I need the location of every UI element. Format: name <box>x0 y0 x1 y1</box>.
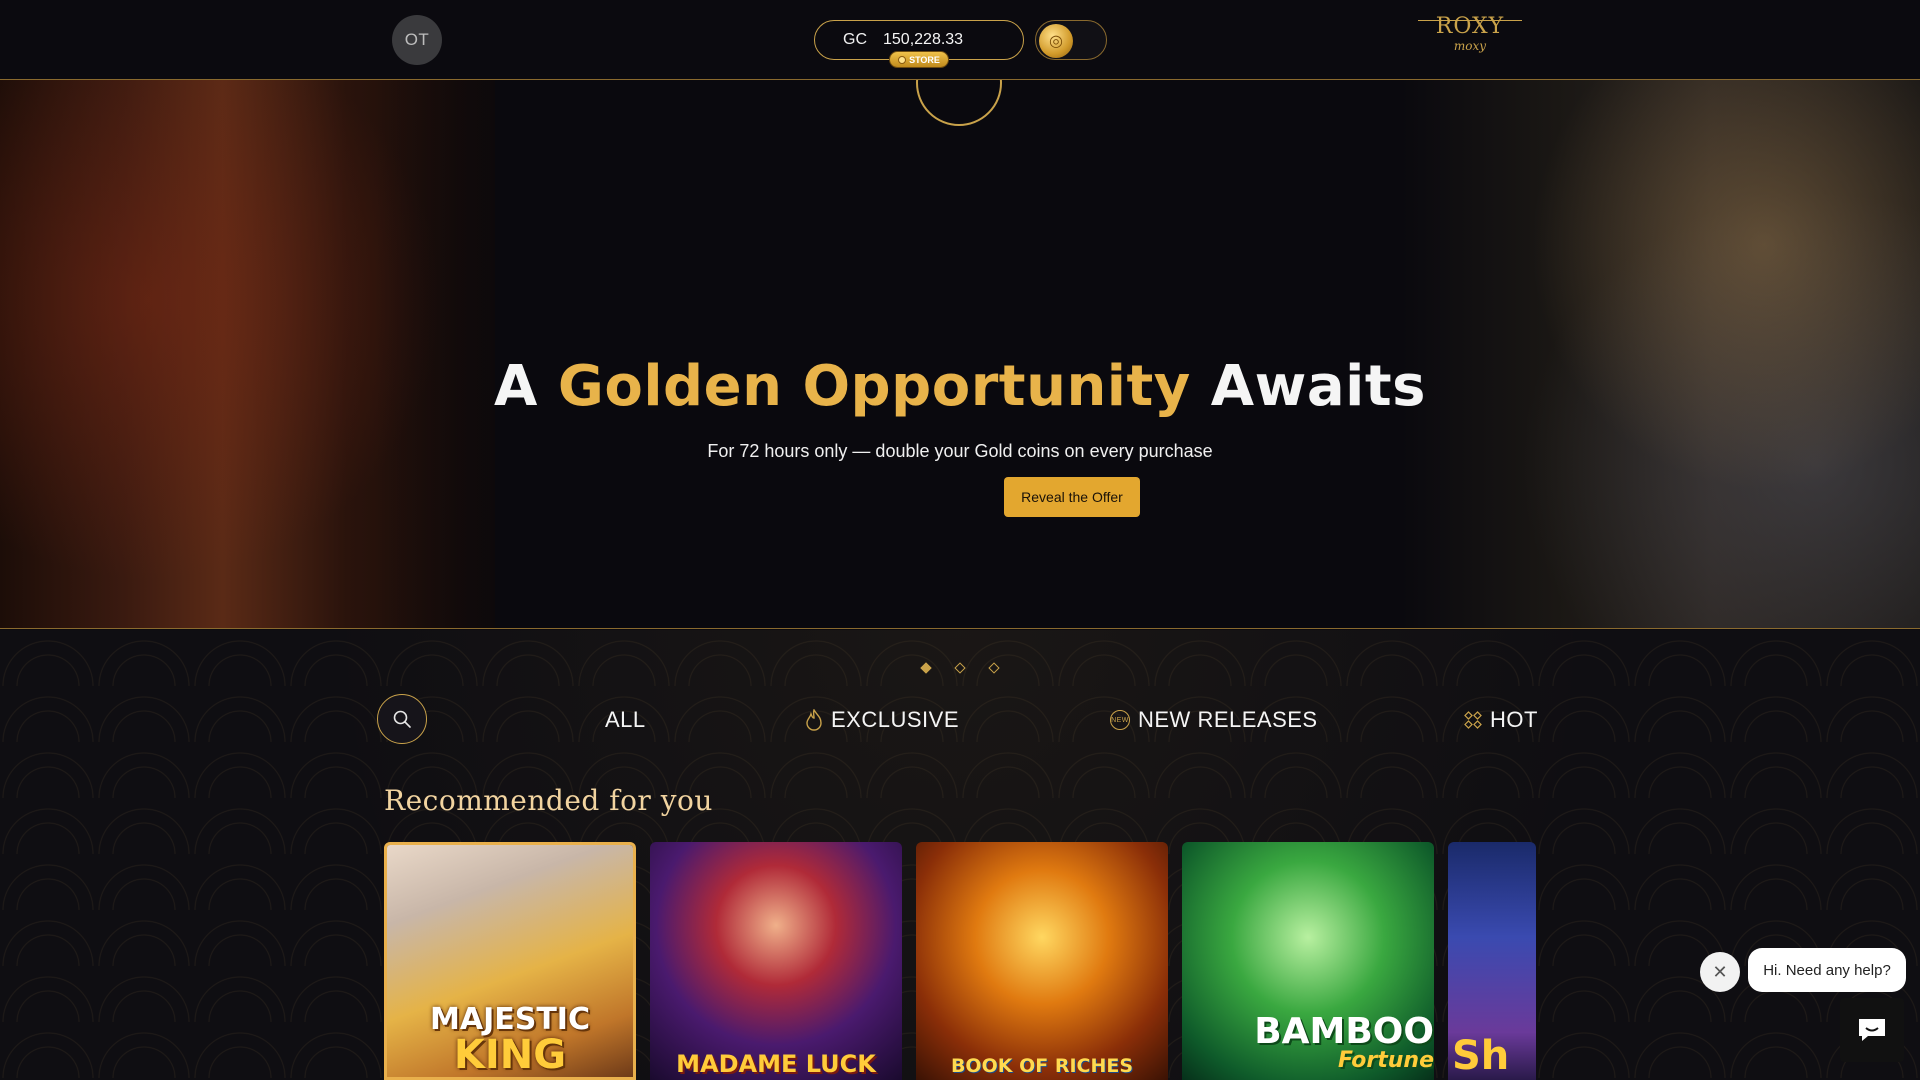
flame-icon <box>805 709 823 731</box>
close-icon: ✕ <box>1712 961 1728 982</box>
currency-code: GC <box>843 31 867 48</box>
reveal-offer-button[interactable]: Reveal the Offer <box>1004 477 1140 517</box>
chat-launcher-button[interactable] <box>1840 998 1904 1062</box>
hero-banner: A Golden Opportunity Awaits For 72 hours… <box>0 80 1920 629</box>
game-title: MADAME LUCK <box>676 1050 876 1078</box>
user-avatar[interactable]: OT <box>392 15 442 65</box>
tab-new-releases[interactable]: NEW NEW RELEASES <box>1110 704 1318 736</box>
search-button[interactable] <box>377 694 427 744</box>
game-title-line1: BAMBOO <box>1254 1011 1434 1052</box>
chat-greeting-bubble[interactable]: Hi. Need any help? <box>1748 948 1906 992</box>
top-header: OT GC 150,228.33 STORE ◎ ROXY moxy <box>0 0 1920 80</box>
carousel-indicators <box>920 662 1000 674</box>
fan-ornament-icon <box>916 80 1002 126</box>
currency-toggle[interactable]: ◎ <box>1035 20 1107 60</box>
game-title: BAMBOO Fortune <box>1182 1010 1434 1080</box>
tab-hot[interactable]: HOT <box>1464 704 1538 736</box>
hero-title-highlight: Golden Opportunity <box>557 354 1191 419</box>
game-tile-majestic-king[interactable]: MAJESTIC KING <box>384 842 636 1080</box>
game-carousel: MAJESTIC KING MADAME LUCK BOOK OF RICHES… <box>384 842 1536 1080</box>
new-badge-icon: NEW <box>1110 710 1130 730</box>
logo-divider <box>1418 20 1522 21</box>
chat-dismiss-button[interactable]: ✕ <box>1700 952 1740 992</box>
roxy-moxy-logo[interactable]: ROXY moxy <box>1418 14 1522 62</box>
tab-exclusive[interactable]: EXCLUSIVE <box>805 704 959 736</box>
tab-hot-label: HOT <box>1490 707 1538 732</box>
tab-exclusive-label: EXCLUSIVE <box>831 707 959 732</box>
chat-icon <box>1859 1019 1885 1041</box>
store-label: STORE <box>909 54 940 65</box>
hero-title: A Golden Opportunity Awaits <box>0 354 1920 419</box>
tab-all[interactable]: ALL <box>605 704 646 736</box>
grid-diamond-icon <box>1464 711 1482 729</box>
game-tile-madame-luck[interactable]: MADAME LUCK <box>650 842 902 1080</box>
carousel-dot-1[interactable] <box>920 662 932 674</box>
game-title: Sh <box>1452 1033 1510 1079</box>
coin-icon <box>898 55 907 64</box>
gold-coin-icon: ◎ <box>1039 24 1073 58</box>
game-title: BOOK OF RICHES <box>950 1055 1134 1077</box>
tab-new-releases-label: NEW RELEASES <box>1138 707 1318 732</box>
hero-title-end: Awaits <box>1210 354 1426 419</box>
hero-title-start: A <box>494 354 538 419</box>
hero-subtitle: For 72 hours only — double your Gold coi… <box>707 441 1213 461</box>
section-title: Recommended for you <box>384 784 713 817</box>
game-tile-book-of-riches[interactable]: BOOK OF RICHES <box>916 842 1168 1080</box>
game-title-line2: Fortune <box>1337 1048 1434 1073</box>
game-tile-partial[interactable]: Sh <box>1448 842 1536 1080</box>
game-title-line2: KING <box>453 1032 567 1078</box>
carousel-dot-2[interactable] <box>954 662 966 674</box>
game-title-line1: MAJESTIC <box>430 1002 590 1037</box>
game-tile-bamboo-fortune[interactable]: BAMBOO Fortune <box>1182 842 1434 1080</box>
logo-text-secondary: moxy <box>1453 39 1487 53</box>
game-title: MAJESTIC KING <box>387 1002 633 1078</box>
carousel-dot-3[interactable] <box>988 662 1000 674</box>
logo-text-primary: ROXY <box>1435 14 1505 39</box>
search-icon <box>393 710 411 728</box>
balance-amount: 150,228.33 <box>883 31 964 48</box>
tab-all-label: ALL <box>605 707 646 732</box>
store-button[interactable]: STORE <box>889 51 949 68</box>
